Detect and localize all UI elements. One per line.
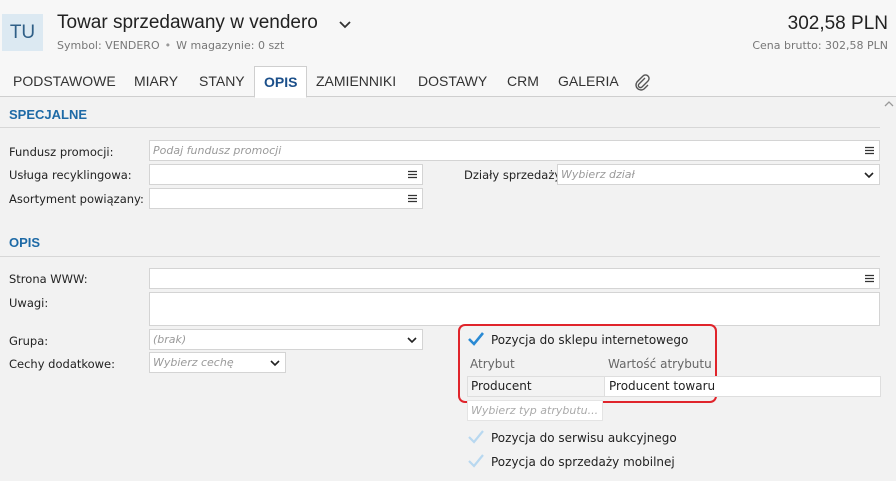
dzialy-label: Działy sprzedaży: — [464, 168, 565, 182]
fundusz-label: Fundusz promocji: — [9, 145, 114, 159]
checkmark-icon[interactable] — [467, 428, 485, 446]
dzialy-placeholder: Wybierz dział — [561, 168, 635, 181]
asortyment-label: Asortyment powiązany: — [9, 192, 144, 206]
tab-bar: PODSTAWOWE MIARY STANY OPIS ZAMIENNIKI D… — [0, 66, 896, 98]
grupa-select[interactable]: (brak) — [149, 329, 423, 350]
page-title: Towar sprzedawany w vendero — [57, 12, 318, 33]
www-label: Strona WWW: — [9, 272, 88, 286]
uwagi-textarea[interactable] — [149, 292, 880, 326]
symbol-text: Symbol: VENDERO — [57, 39, 160, 52]
cechy-select[interactable]: Wybierz cechę — [149, 352, 286, 373]
attr-type-select[interactable]: Wybierz typ atrybutu... — [467, 400, 603, 421]
list-icon[interactable] — [865, 146, 874, 155]
tab-zamienniki[interactable]: ZAMIENNIKI — [316, 66, 396, 97]
price: 302,58 PLN — [787, 13, 888, 34]
recykling-field[interactable] — [149, 164, 423, 185]
uwagi-label: Uwagi: — [9, 296, 49, 310]
value-column-header: Wartość atrybutu — [608, 357, 712, 371]
list-icon[interactable] — [408, 194, 417, 203]
list-icon[interactable] — [408, 170, 417, 179]
attr-column-header: Atrybut — [470, 357, 515, 371]
item-subtitle: Symbol: VENDERO • W magazynie: 0 szt — [57, 39, 285, 52]
section-divider — [0, 256, 880, 257]
stock-text: W magazynie: 0 szt — [176, 39, 285, 52]
section-title-specjalne: SPECJALNE — [9, 107, 88, 122]
mobilne-checkbox-label[interactable]: Pozycja do sprzedaży mobilnej — [491, 455, 675, 469]
chevron-down-icon[interactable] — [270, 358, 280, 368]
chevron-down-icon[interactable] — [338, 17, 352, 31]
section-divider — [0, 127, 880, 128]
grupa-value: (brak) — [153, 333, 187, 346]
attr-value[interactable]: Producent towaru — [609, 379, 715, 393]
checkmark-icon[interactable] — [467, 330, 485, 348]
chevron-up-icon[interactable] — [884, 99, 894, 109]
attr-name: Producent — [471, 379, 532, 393]
sklep-checkbox-label[interactable]: Pozycja do sklepu internetowego — [491, 333, 688, 347]
tab-dostawy[interactable]: DOSTAWY — [418, 66, 487, 97]
tab-crm[interactable]: CRM — [507, 66, 539, 97]
www-field[interactable] — [149, 268, 880, 289]
tab-opis[interactable]: OPIS — [254, 66, 308, 98]
checkmark-icon[interactable] — [467, 452, 485, 470]
fundusz-field[interactable]: Podaj fundusz promocji — [149, 140, 880, 161]
tab-stany[interactable]: STANY — [199, 66, 245, 97]
grupa-label: Grupa: — [9, 334, 49, 348]
avatar: TU — [2, 14, 43, 51]
asortyment-field[interactable] — [149, 188, 423, 209]
cechy-placeholder: Wybierz cechę — [153, 356, 234, 369]
tab-miary[interactable]: MIARY — [134, 66, 178, 97]
paperclip-icon[interactable] — [633, 73, 651, 91]
cechy-label: Cechy dodatkowe: — [9, 357, 116, 371]
section-title-opis: OPIS — [9, 235, 41, 250]
table-row[interactable]: Producent Producent towaru — [467, 376, 881, 397]
fundusz-placeholder: Podaj fundusz promocji — [153, 144, 282, 157]
gross-price-note: Cena brutto: 302,58 PLN — [752, 39, 888, 52]
attr-type-placeholder: Wybierz typ atrybutu... — [471, 404, 599, 417]
list-icon[interactable] — [865, 274, 874, 283]
chevron-down-icon[interactable] — [864, 170, 874, 180]
item-header: TU Towar sprzedawany w vendero Symbol: V… — [0, 0, 896, 66]
aukcje-checkbox-label[interactable]: Pozycja do serwisu aukcyjnego — [491, 431, 677, 445]
tab-galeria[interactable]: GALERIA — [558, 66, 619, 97]
tab-podstawowe[interactable]: PODSTAWOWE — [13, 66, 116, 97]
dzialy-select[interactable]: Wybierz dział — [557, 164, 880, 185]
recykling-label: Usługa recyklingowa: — [9, 168, 132, 182]
chevron-down-icon[interactable] — [407, 335, 417, 345]
